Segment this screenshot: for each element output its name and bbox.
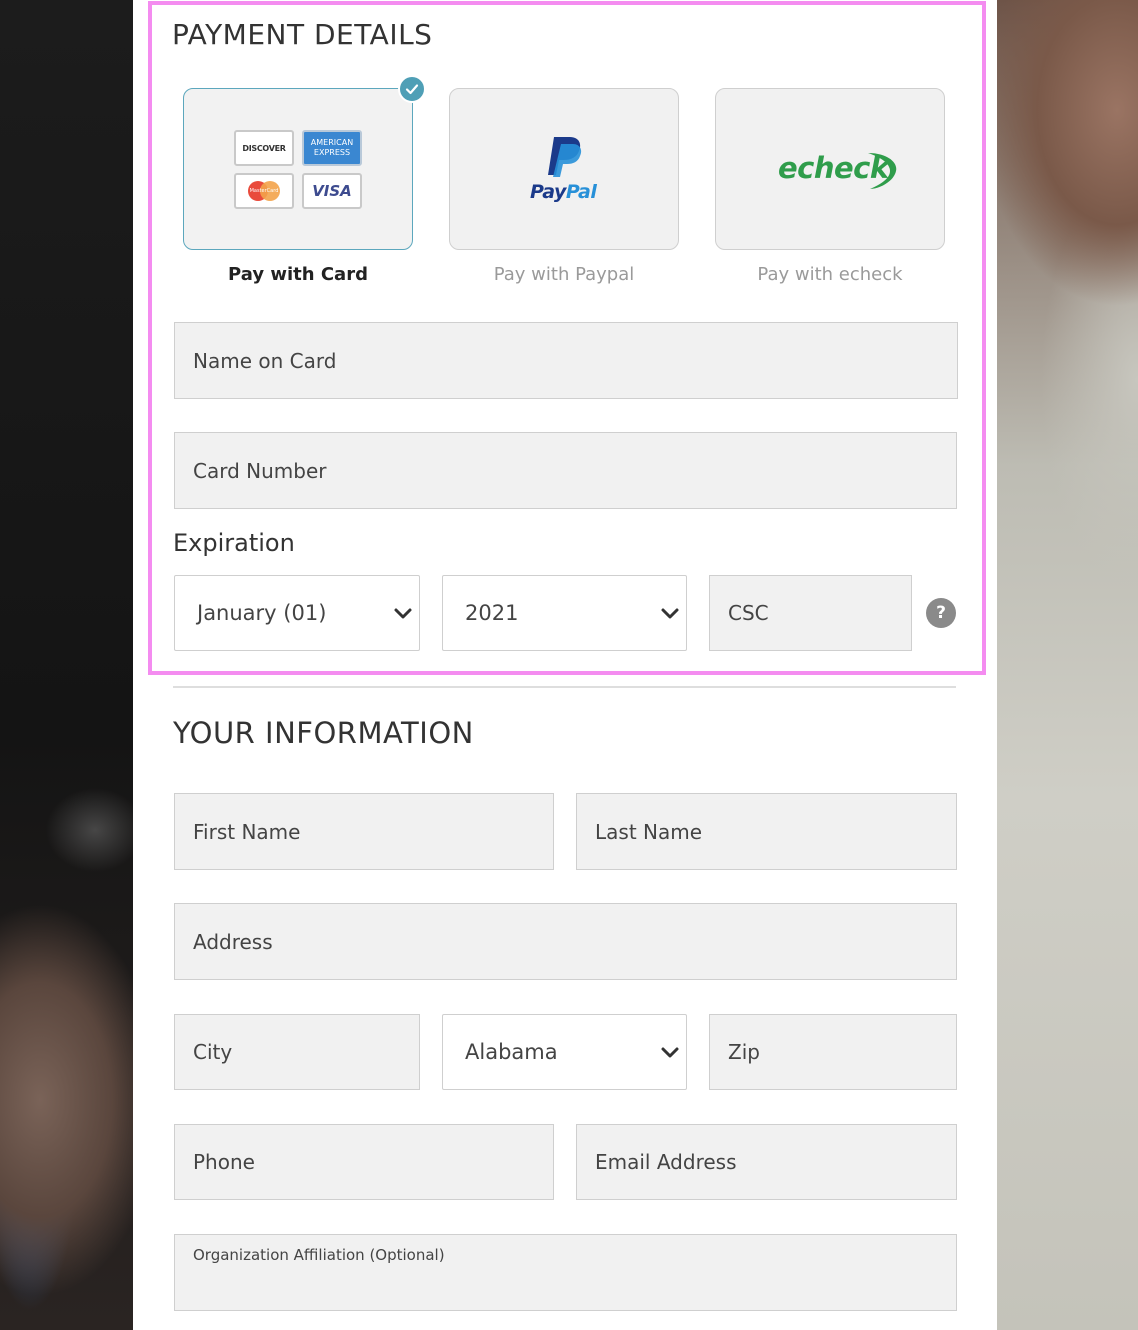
organization-placeholder: Organization Affiliation (Optional) [193,1246,445,1264]
expiration-year-select[interactable]: 2021 [442,575,687,651]
expiration-label: Expiration [173,529,295,557]
pay-with-card-label[interactable]: Pay with Card [182,264,414,285]
name-on-card-placeholder: Name on Card [193,348,337,373]
csc-input[interactable]: CSC [709,575,912,651]
phone-placeholder: Phone [193,1150,255,1174]
last-name-input[interactable]: Last Name [576,793,957,870]
echeck-swoosh-icon [868,153,897,189]
expiration-year-value: 2021 [465,601,519,625]
name-on-card-input[interactable]: Name on Card [174,322,958,399]
mastercard-logo: MasterCard [234,173,294,209]
organization-affiliation-input[interactable]: Organization Affiliation (Optional) [174,1234,957,1311]
discover-logo-text: DISCOVER [242,143,286,153]
email-input[interactable]: Email Address [576,1124,957,1200]
expiration-month-value: January (01) [197,601,327,625]
first-name-placeholder: First Name [193,819,301,844]
chevron-down-icon [394,608,412,619]
check-icon [405,84,419,95]
address-placeholder: Address [193,929,273,954]
pay-with-paypal-label[interactable]: Pay with Paypal [448,264,680,285]
paypal-p-icon [548,137,582,177]
pay-with-echeck-tile[interactable]: echeck [715,88,945,250]
card-number-input[interactable]: Card Number [174,432,957,509]
chevron-down-icon [661,1047,679,1058]
payment-details-title: PAYMENT DETAILS [172,18,433,51]
background-photo-right [997,0,1138,1330]
expiration-month-select[interactable]: January (01) [174,575,420,651]
visa-logo: VISA [302,173,362,209]
zip-placeholder: Zip [728,1040,760,1064]
zip-input[interactable]: Zip [709,1014,957,1090]
state-value: Alabama [465,1040,558,1064]
email-placeholder: Email Address [595,1150,737,1174]
discover-logo: DISCOVER [234,130,294,166]
phone-input[interactable]: Phone [174,1124,554,1200]
city-input[interactable]: City [174,1014,420,1090]
csc-placeholder: CSC [728,601,769,625]
paypal-logo-text: PayPal [530,181,597,203]
amex-logo-text-bottom: EXPRESS [313,148,351,157]
chevron-down-icon [661,608,679,619]
pay-with-card-tile[interactable]: DISCOVER AMERICAN EXPRESS MasterCard VIS… [183,88,413,250]
mastercard-logo-text: MasterCard [249,188,279,194]
visa-logo-text: VISA [312,182,352,200]
section-divider [173,686,956,688]
city-placeholder: City [193,1040,233,1064]
help-icon[interactable]: ? [926,598,956,628]
your-information-title: YOUR INFORMATION [173,716,474,750]
card-number-placeholder: Card Number [193,458,327,483]
help-icon-glyph: ? [936,603,946,623]
background-photo-left [0,0,133,1330]
state-select[interactable]: Alabama [442,1014,687,1090]
address-input[interactable]: Address [174,903,957,980]
selected-check-badge [398,75,426,103]
first-name-input[interactable]: First Name [174,793,554,870]
pay-with-paypal-tile[interactable]: PayPal [449,88,679,250]
last-name-placeholder: Last Name [595,819,703,844]
pay-with-echeck-label[interactable]: Pay with echeck [714,264,946,285]
amex-logo-text-top: AMERICAN [310,138,354,147]
amex-logo: AMERICAN EXPRESS [302,130,362,166]
